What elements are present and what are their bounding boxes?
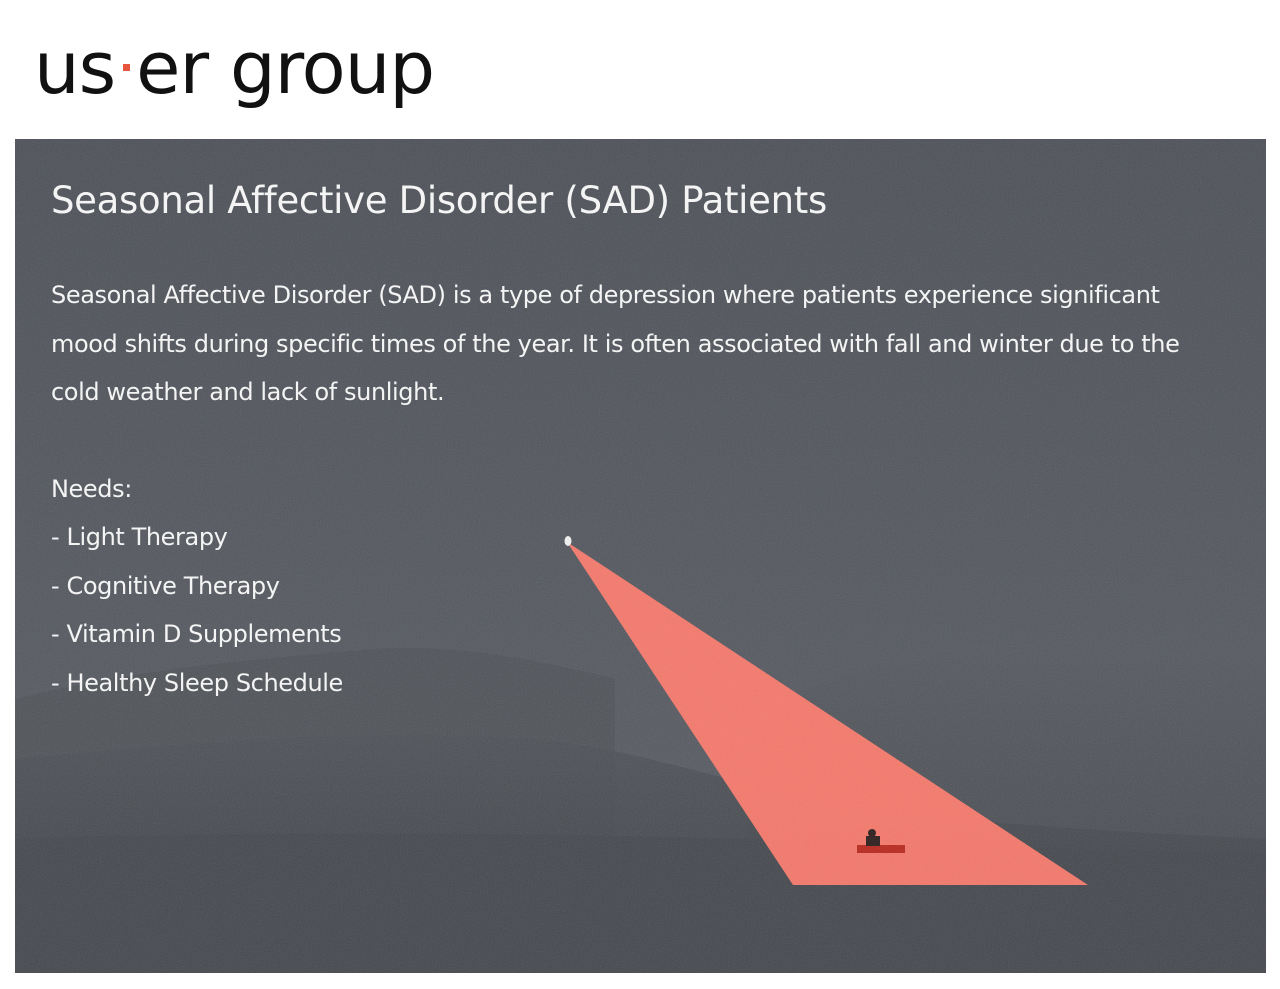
needs-list: - Light Therapy - Cognitive Therapy - Vi… xyxy=(51,513,1231,707)
needs-section: Needs: - Light Therapy - Cognitive Thera… xyxy=(51,465,1231,708)
hero-content: Seasonal Affective Disorder (SAD) Patien… xyxy=(51,177,1231,707)
logo-accent-dot xyxy=(123,64,131,71)
user-group-logo: us er group xyxy=(34,18,435,118)
hero-panel: Seasonal Affective Disorder (SAD) Patien… xyxy=(15,139,1266,973)
page: us er group Seasonal Affective Disorder … xyxy=(0,0,1280,989)
logo-text-part2: er group xyxy=(136,26,435,110)
needs-item: - Vitamin D Supplements xyxy=(51,620,342,648)
hero-title: Seasonal Affective Disorder (SAD) Patien… xyxy=(51,179,827,222)
needs-item: - Cognitive Therapy xyxy=(51,571,280,600)
hero-description: Seasonal Affective Disorder (SAD) is a t… xyxy=(51,281,1180,406)
logo-text-part1: us xyxy=(34,26,116,110)
needs-item: - Light Therapy xyxy=(51,523,228,551)
needs-heading: Needs: xyxy=(51,474,132,503)
needs-item: - Healthy Sleep Schedule xyxy=(51,668,343,697)
